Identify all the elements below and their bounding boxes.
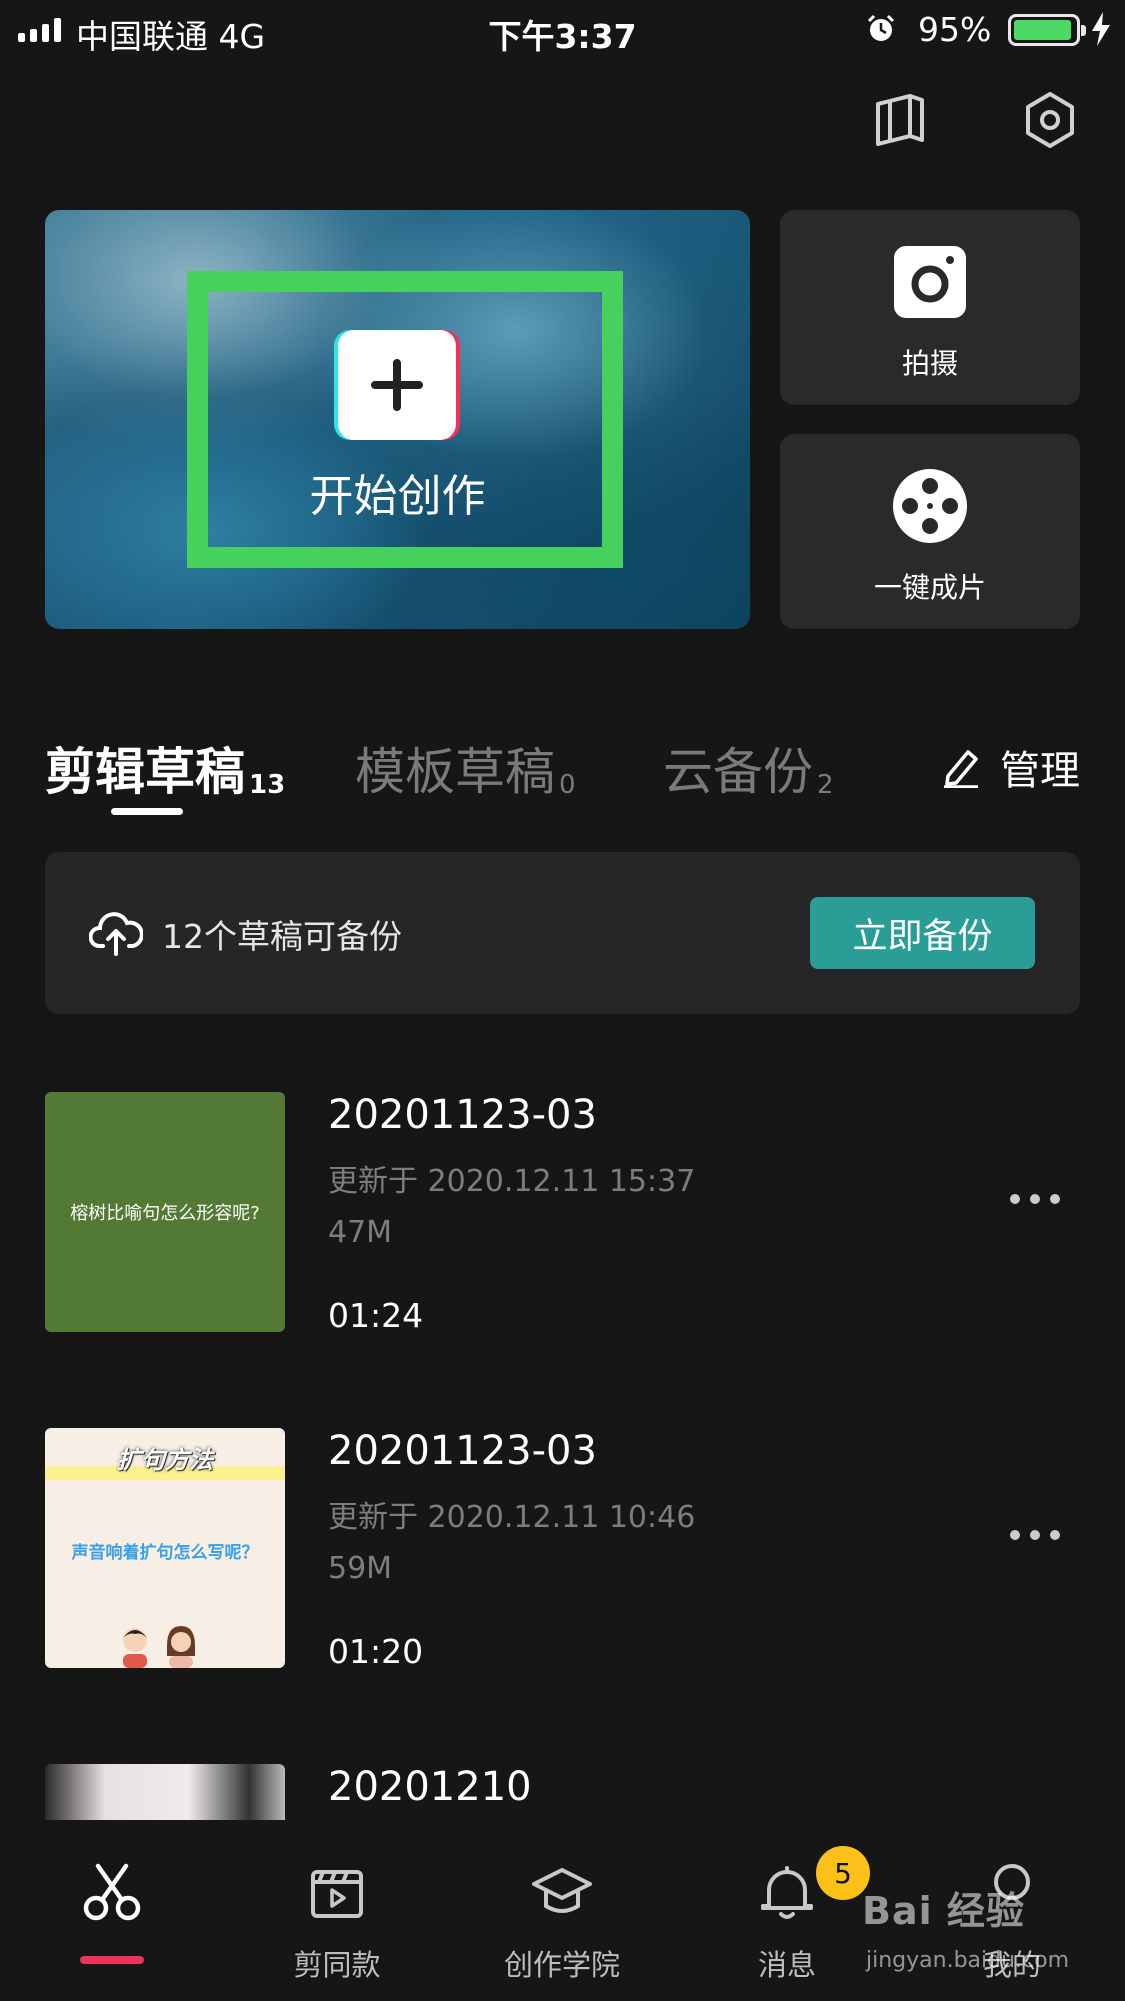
battery-fill [1014, 20, 1071, 40]
settings-icon[interactable] [1020, 90, 1080, 150]
backup-now-button[interactable]: 立即备份 [810, 897, 1035, 969]
draft-duration: 01:24 [328, 1296, 424, 1335]
draft-item[interactable]: 扩句方法 声音响着扩句怎么写呢？ 20201123-03 更新于 2020.12… [45, 1428, 1080, 1673]
add-project-button[interactable] [334, 330, 460, 440]
one-click-video-label: 一键成片 [873, 571, 986, 604]
plus-icon [371, 359, 423, 411]
scissors-icon [83, 1863, 141, 1921]
draft-item[interactable]: 20201210 [45, 1764, 1080, 1820]
clapperboard-icon [311, 1870, 363, 1918]
start-creating-label: 开始创作 [309, 471, 486, 522]
tab-template-drafts[interactable]: 模板草稿 0 [355, 732, 576, 804]
shoot-label: 拍摄 [901, 347, 958, 380]
cartoon-boy-icon [123, 1628, 147, 1668]
draft-title: 20201123-03 [328, 1092, 597, 1138]
draft-duration: 01:20 [328, 1632, 424, 1671]
draft-thumbnail: 扩句方法 声音响着扩句怎么写呢？ [45, 1428, 285, 1668]
book-icon[interactable] [870, 90, 930, 150]
draft-updated: 更新于 2020.12.11 10:46 [328, 1500, 696, 1535]
active-tab-indicator [111, 808, 183, 815]
manage-button[interactable]: 管理 [940, 738, 1080, 796]
watermark-url: jingyan.baidu.com [866, 1948, 1070, 1973]
shoot-button[interactable]: 拍摄 [780, 210, 1080, 405]
nav-edit[interactable] [12, 1820, 212, 2001]
thumbnail-caption: 声音响着扩句怎么写呢？ [71, 1543, 259, 1563]
draft-thumbnail: 榕树比喻句怎么形容呢? [45, 1092, 285, 1332]
alarm-icon [867, 14, 895, 41]
edit-icon [944, 750, 978, 788]
draft-tabs: 剪辑草稿 13 模板草稿 0 云备份 2 管理 [45, 732, 1080, 822]
nav-creator-academy[interactable]: 创作学院 [462, 1820, 662, 2001]
tab-edit-drafts[interactable]: 剪辑草稿 13 [45, 732, 285, 804]
tab-count: 0 [559, 770, 576, 800]
battery-percent: 95% [918, 10, 992, 49]
watermark-logo: Bai 经验 [862, 1889, 1025, 1933]
thumbnail-caption: 榕树比喻句怎么形容呢? [70, 1203, 260, 1224]
manage-label: 管理 [1000, 748, 1080, 794]
nav-messages[interactable]: 消息 [687, 1820, 887, 2001]
nav-label: 剪同款 [293, 1948, 381, 1982]
more-options-icon[interactable] [1010, 1194, 1060, 1208]
backup-banner: 12个草稿可备份 立即备份 [45, 852, 1080, 1014]
tab-count: 2 [817, 770, 834, 800]
draft-item[interactable]: 榕树比喻句怎么形容呢? 20201123-03 更新于 2020.12.11 1… [45, 1092, 1080, 1337]
draft-size: 47M [328, 1215, 393, 1250]
draft-title: 20201210 [328, 1764, 532, 1810]
tab-label: 模板草稿 [355, 743, 555, 801]
nav-label: 消息 [757, 1948, 816, 1982]
camera-icon [894, 246, 966, 318]
cloud-upload-icon [89, 912, 143, 956]
nav-label: 创作学院 [503, 1948, 620, 1982]
draft-size: 59M [328, 1551, 393, 1586]
thumbnail-title: 扩句方法 [117, 1446, 213, 1474]
tab-label: 云备份 [663, 743, 813, 801]
one-click-video-button[interactable]: 一键成片 [780, 434, 1080, 629]
bell-icon [761, 1866, 813, 1919]
more-options-icon[interactable] [1010, 1530, 1060, 1544]
draft-title: 20201123-03 [328, 1428, 597, 1474]
backup-count-text: 12个草稿可备份 [162, 917, 402, 956]
active-nav-indicator [80, 1956, 144, 1964]
cartoon-girl-icon [167, 1626, 195, 1668]
battery-icon [1008, 14, 1086, 46]
nav-same-style[interactable]: 剪同款 [237, 1820, 437, 2001]
draft-updated: 更新于 2020.12.11 15:37 [328, 1164, 696, 1199]
film-reel-icon [893, 469, 967, 543]
status-bar: 中国联通 4G 下午3:37 95% [0, 0, 1125, 62]
tab-label: 剪辑草稿 [45, 743, 245, 801]
tab-cloud-backup[interactable]: 云备份 2 [663, 732, 834, 804]
start-creating-card[interactable]: 开始创作 [45, 210, 750, 629]
charging-icon [1092, 12, 1110, 46]
graduation-cap-icon [532, 1868, 592, 1913]
draft-thumbnail [45, 1764, 285, 1820]
tab-count: 13 [249, 770, 286, 800]
